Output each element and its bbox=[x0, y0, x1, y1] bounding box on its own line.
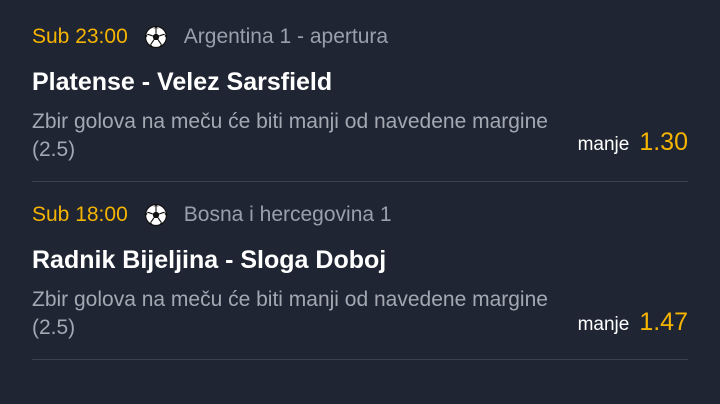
match-time: Sub 23:00 bbox=[32, 25, 128, 48]
soccer-ball-icon bbox=[144, 25, 168, 49]
odd-button[interactable]: manje 1.30 bbox=[578, 128, 688, 157]
match-meta: Sub 18:00 Bosna i hercegovina 1 bbox=[32, 200, 392, 230]
league-name: Argentina 1 - apertura bbox=[183, 25, 389, 48]
match-title: Radnik Bijeljina - Sloga Doboj bbox=[32, 246, 387, 274]
bet-card[interactable]: Sub 23:00 Argentina 1 - apertura Platens… bbox=[32, 4, 688, 182]
bet-list: Sub 23:00 Argentina 1 - apertura Platens… bbox=[0, 0, 720, 404]
bet-card[interactable]: Sub 18:00 Bosna i hercegovina 1 Radnik B… bbox=[32, 182, 688, 360]
pick-label: manje bbox=[577, 314, 630, 335]
odd-value: 1.47 bbox=[639, 308, 688, 336]
soccer-ball-icon bbox=[144, 203, 168, 227]
odd-button[interactable]: manje 1.47 bbox=[578, 308, 688, 337]
market-description: Zbir golova na meču će biti manji od nav… bbox=[32, 110, 548, 161]
match-time: Sub 18:00 bbox=[32, 203, 128, 226]
match-meta: Sub 23:00 Argentina 1 - apertura bbox=[32, 22, 388, 52]
league-name: Bosna i hercegovina 1 bbox=[183, 203, 392, 226]
market-description: Zbir golova na meču će biti manji od nav… bbox=[32, 288, 548, 339]
pick-label: manje bbox=[577, 134, 630, 155]
match-title: Platense - Velez Sarsfield bbox=[32, 68, 333, 96]
odd-value: 1.30 bbox=[639, 128, 688, 156]
